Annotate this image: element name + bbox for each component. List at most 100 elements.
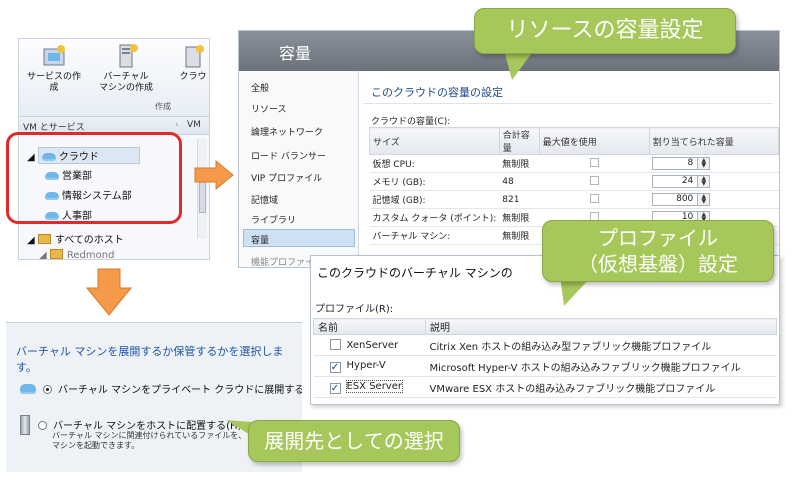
create-vm-label-1: バーチャル <box>103 72 149 82</box>
profile-checkbox[interactable] <box>329 339 341 350</box>
deploy-question: バーチャル マシンを展開するか保管するかを選択します。 <box>16 345 284 374</box>
spin-arrows-icon[interactable]: ▲▼ <box>697 176 710 187</box>
row-total: 48 <box>499 172 540 191</box>
profile-callout-line-1: プロファイル <box>598 226 718 250</box>
nav-capacity[interactable]: 容量 <box>251 233 269 246</box>
profile-title: このクラウドのバーチャル マシンの <box>317 266 513 280</box>
profile-description: Microsoft Hyper-V ホストの組み込みファブリック機能プロファイル <box>425 355 777 377</box>
cloud-icon <box>20 384 36 394</box>
tab-vm-partial[interactable]: VM <box>187 120 201 130</box>
row-name: バーチャル マシン: <box>369 226 500 245</box>
profile-name: XenServer <box>346 340 399 351</box>
nav-storage[interactable]: 記憶域 <box>251 193 278 206</box>
profile-callout-line-2: （仮想基盤）設定 <box>578 252 738 276</box>
deploy-callout: 展開先としての選択 <box>248 420 460 462</box>
folder-icon <box>49 249 63 259</box>
quota-stepper[interactable]: 24 ▲ ▼ <box>652 175 711 188</box>
row-name: カスタム クォータ (ポイント): <box>369 208 500 227</box>
deploy-desc-line-1: バーチャル マシンに関連付けられているファイルを、 <box>52 431 247 440</box>
row-name: 仮想 CPU: <box>369 154 500 173</box>
deploy-cloud-option[interactable]: バーチャル マシンをプライベート クラウドに展開する(C) <box>20 381 302 396</box>
collapse-icon[interactable]: ◢ <box>27 235 35 246</box>
col-description[interactable]: 説明 <box>425 318 777 335</box>
settings-nav: 全般 リソース 論理ネットワーク ロード バランサー VIP プロファイル 記憶… <box>239 71 359 267</box>
col-name[interactable]: 名前 <box>313 318 426 335</box>
nav-vip-profile[interactable]: VIP プロファイル <box>251 171 322 184</box>
capacity-callout: リソースの容量設定 <box>474 8 736 54</box>
col-total[interactable]: 合計容量 <box>498 127 540 155</box>
nav-load-balancer[interactable]: ロード バランサー <box>251 149 326 162</box>
deploy-host-description: バーチャル マシンに関連付けられているファイルを、 マシンを起動できます。 <box>52 431 246 451</box>
use-max-checkbox[interactable] <box>589 157 599 167</box>
nav-general[interactable]: 全般 <box>251 81 269 94</box>
profile-checkbox[interactable]: ✓ <box>329 361 341 373</box>
table-row[interactable]: XenServer Citrix Xen ホストの組み込み型ファブリック機能プロ… <box>313 334 777 356</box>
tree-host-group[interactable]: ◢ Redmond <box>39 249 115 260</box>
nav-library[interactable]: ライブラリ <box>251 213 296 226</box>
arrow-right-icon <box>194 160 234 190</box>
cloud-tree-highlight <box>6 132 182 224</box>
spin-arrows-icon[interactable]: ▲▼ <box>697 194 710 205</box>
folder-icon <box>37 234 51 244</box>
col-size[interactable]: サイズ <box>369 127 500 155</box>
quota-value: 24 <box>681 176 694 186</box>
profile-checkbox[interactable]: ✓ <box>329 382 341 394</box>
profile-description: Citrix Xen ホストの組み込み型ファブリック機能プロファイル <box>425 334 777 356</box>
capacity-header-title: 容量 <box>279 44 312 63</box>
quota-stepper[interactable]: 800 ▲ ▼ <box>652 193 711 206</box>
nav-logical-network[interactable]: 論理ネットワーク <box>251 125 323 138</box>
table-row[interactable]: ✓ ESX Server VMware ESX ホストの組み込みファブリック機能プ… <box>313 376 777 398</box>
server-icon <box>20 415 30 435</box>
row-name: 記憶域 (GB): <box>369 190 500 209</box>
create-service-label: サービスの作成 <box>26 72 81 93</box>
row-total: 無制限 <box>499 154 540 173</box>
quota-value: 8 <box>687 158 694 168</box>
create-vm-button[interactable]: バーチャル マシンの作成 <box>97 43 155 94</box>
callout-tail <box>504 50 534 80</box>
row-total: 無制限 <box>499 208 540 227</box>
deploy-cloud-radio[interactable] <box>43 385 52 394</box>
tab-collapse-arrow[interactable]: ‹ <box>175 120 179 130</box>
profiles-label: プロファイル(R): <box>315 304 394 315</box>
ribbon-group-label: 作成 <box>155 102 171 111</box>
spin-arrows-icon[interactable]: ▲▼ <box>697 158 710 169</box>
deploy-desc-line-2: マシンを起動できます。 <box>52 441 140 450</box>
deploy-host-radio[interactable] <box>38 421 47 430</box>
table-row[interactable]: 仮想 CPU: 無制限 8 ▲ ▼ <box>369 154 779 173</box>
deploy-cloud-label: バーチャル マシンをプライベート クラウドに展開する(C) <box>58 385 302 396</box>
profile-description: VMware ESX ホストの組み込みファブリック機能プロファイル <box>425 376 777 398</box>
table-row[interactable]: ✓ Hyper-V Microsoft Hyper-V ホストの組み込みファブリッ… <box>313 355 777 377</box>
quota-value: 800 <box>676 194 694 204</box>
col-use-max[interactable]: 最大値を使用 <box>538 127 650 155</box>
capacity-title: このクラウドの容量の設定 <box>371 86 503 99</box>
create-service-button[interactable]: サービスの作成 <box>25 43 83 94</box>
divider <box>363 103 773 104</box>
use-max-checkbox[interactable] <box>589 193 599 203</box>
collapse-icon[interactable]: ◢ <box>39 250 47 259</box>
nav-resources[interactable]: リソース <box>251 102 287 115</box>
create-cloud-label: クラウ <box>179 72 207 82</box>
profile-name: Hyper-V <box>346 359 386 371</box>
tree-all-hosts-label: すべてのホスト <box>54 235 124 246</box>
col-assigned[interactable]: 割り当てられた容量 <box>648 127 779 155</box>
create-cloud-icon <box>180 43 206 69</box>
profile-name: ESX Server <box>345 379 403 393</box>
table-row[interactable]: メモリ (GB): 48 24 ▲ ▼ <box>369 172 779 191</box>
profile-table: 名前 説明 XenServer Citrix Xen ホストの組み込み型ファブリ… <box>313 318 777 398</box>
ribbon: サービスの作成 バーチャル マシンの作成 クラウ 作成 <box>19 39 209 117</box>
cloud-capacity-label: クラウドの容量(C): <box>371 117 451 127</box>
tree-all-hosts[interactable]: ◢ すべてのホスト <box>27 231 124 246</box>
quota-stepper[interactable]: 8 ▲ ▼ <box>652 157 711 170</box>
row-total: 821 <box>499 190 540 209</box>
row-total: 無制限 <box>499 226 540 245</box>
table-row[interactable]: 記憶域 (GB): 821 800 ▲ ▼ <box>369 190 779 209</box>
create-vm-icon <box>113 43 139 69</box>
create-service-icon <box>41 43 67 69</box>
use-max-checkbox[interactable] <box>589 175 599 185</box>
create-cloud-button[interactable]: クラウ <box>173 43 209 83</box>
create-vm-label-2: マシンの作成 <box>98 83 153 93</box>
row-name: メモリ (GB): <box>369 172 500 191</box>
arrow-down-icon <box>86 268 132 316</box>
tree-host-group-label: Redmond <box>66 250 115 260</box>
profile-callout: プロファイル （仮想基盤）設定 <box>542 220 774 282</box>
